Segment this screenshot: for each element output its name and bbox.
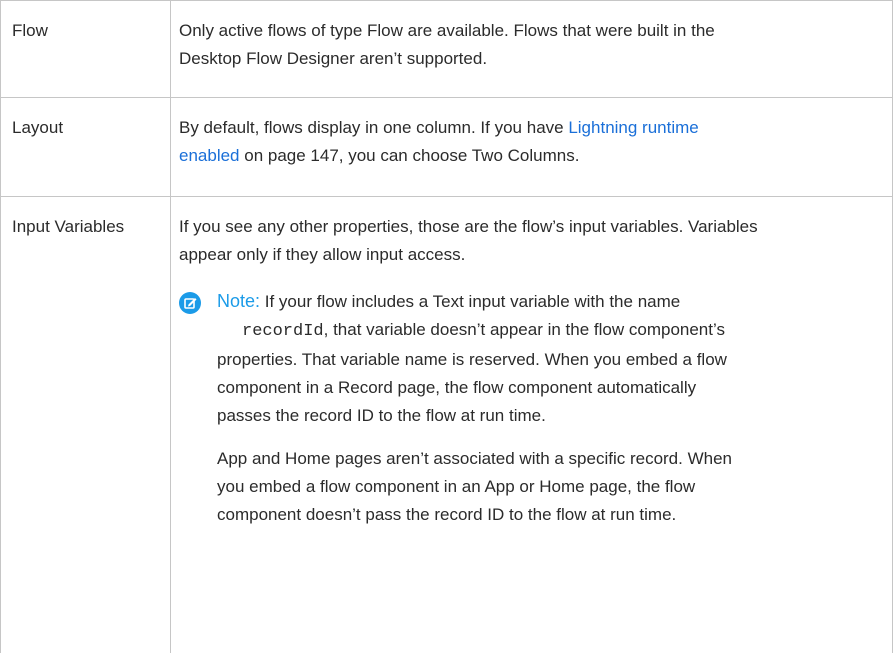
property-name-cell: Input Variables <box>1 197 171 653</box>
record-id-code: recordId <box>242 322 324 341</box>
table-row: Input Variables If you see any other pro… <box>1 197 893 653</box>
description-line: If you see any other properties, those a… <box>179 213 892 241</box>
note-paragraph: App and Home pages aren’t associated wit… <box>217 445 892 529</box>
lightning-runtime-link-continued[interactable]: enabled <box>179 146 240 165</box>
property-name: Input Variables <box>12 217 124 236</box>
description-text: on page 147, you can choose Two Columns. <box>240 146 580 165</box>
note-line: recordId, that variable doesn’t appear i… <box>217 316 892 346</box>
note-callout: Note: If your flow includes a Text input… <box>179 287 892 529</box>
note-line: component doesn’t pass the record ID to … <box>217 501 892 529</box>
note-line: properties. That variable name is reserv… <box>217 346 892 374</box>
note-text: If your flow includes a Text input varia… <box>260 292 680 311</box>
property-description-cell: If you see any other properties, those a… <box>171 197 893 653</box>
note-line: Note: If your flow includes a Text input… <box>217 287 892 316</box>
table-row: Flow Only active flows of type Flow are … <box>1 1 893 98</box>
note-line: you embed a flow component in an App or … <box>217 473 892 501</box>
property-description-cell: By default, flows display in one column.… <box>171 98 893 197</box>
table-row: Layout By default, flows display in one … <box>1 98 893 197</box>
note-line: App and Home pages aren’t associated wit… <box>217 445 892 473</box>
description-line: appear only if they allow input access. <box>179 241 892 269</box>
property-name: Flow <box>12 21 48 40</box>
description-line: By default, flows display in one column.… <box>179 114 892 142</box>
note-line: component in a Record page, the flow com… <box>217 374 892 402</box>
description-line: Only active flows of type Flow are avail… <box>179 17 892 45</box>
note-text: , that variable doesn’t appear in the fl… <box>324 320 725 339</box>
properties-table: Flow Only active flows of type Flow are … <box>0 0 893 653</box>
note-line: passes the record ID to the flow at run … <box>217 402 892 430</box>
lightning-runtime-link[interactable]: Lightning runtime <box>568 118 698 137</box>
property-name: Layout <box>12 118 63 137</box>
note-label: Note: <box>217 291 260 311</box>
property-name-cell: Flow <box>1 1 171 98</box>
description-line: Desktop Flow Designer aren’t supported. <box>179 45 892 73</box>
description-text: By default, flows display in one column.… <box>179 118 568 137</box>
property-name-cell: Layout <box>1 98 171 197</box>
description-line: enabled on page 147, you can choose Two … <box>179 142 892 170</box>
edit-note-icon <box>179 292 201 314</box>
property-description-cell: Only active flows of type Flow are avail… <box>171 1 893 98</box>
